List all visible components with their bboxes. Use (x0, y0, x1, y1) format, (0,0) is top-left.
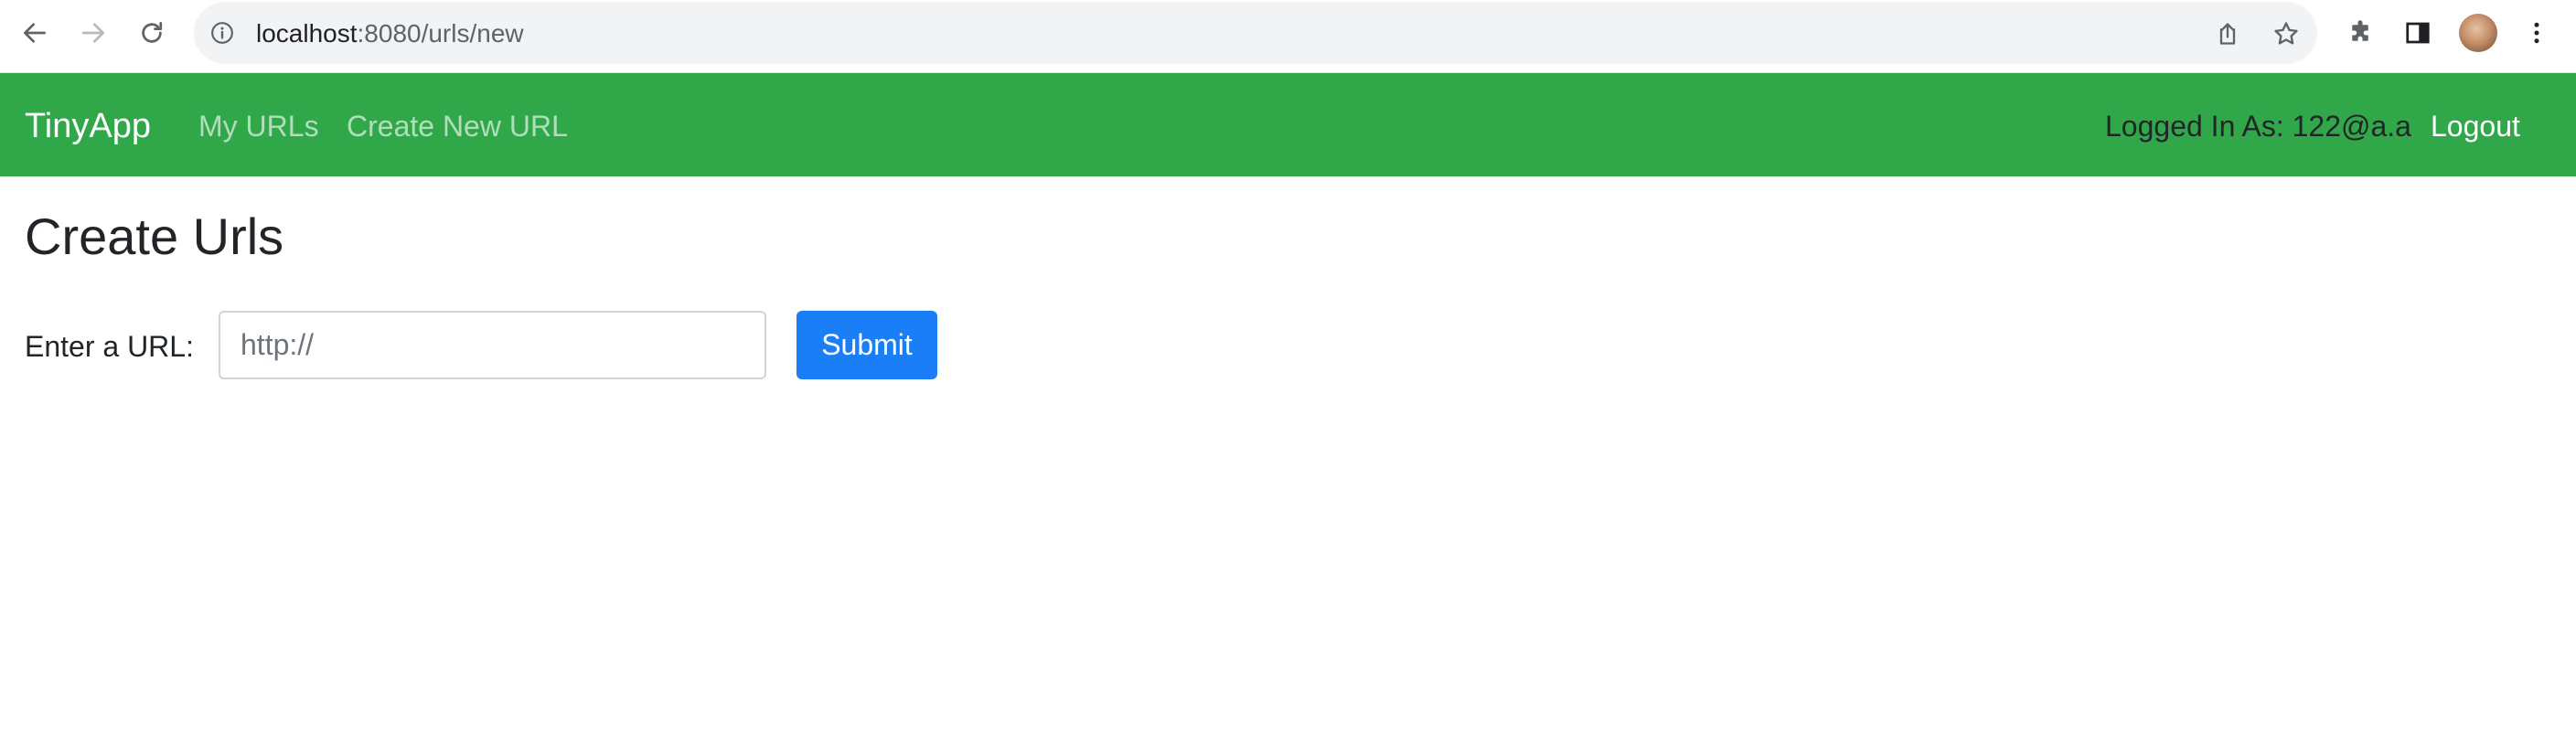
back-arrow-icon (24, 23, 46, 43)
bookmark-star-icon (2274, 22, 2298, 45)
address-bar[interactable]: localhost:8080/urls/new (194, 2, 2317, 64)
side-panel-icon (2406, 22, 2430, 44)
nav-link-create-new-url[interactable]: Create New URL (347, 109, 568, 144)
url-host: localhost (256, 19, 358, 48)
forward-button[interactable] (73, 13, 113, 53)
logout-link[interactable]: Logout (2431, 109, 2520, 144)
extensions-button[interactable] (2344, 16, 2377, 49)
page-title: Create Urls (25, 207, 284, 265)
app-navbar: TinyApp My URLs Create New URL Logged In… (0, 73, 2576, 176)
browser-toolbar: localhost:8080/urls/new (0, 0, 2576, 73)
share-icon (2219, 23, 2236, 45)
share-button[interactable] (2211, 17, 2244, 50)
site-info-icon[interactable] (210, 21, 234, 45)
kebab-menu-icon (2534, 22, 2539, 44)
bookmark-button[interactable] (2270, 17, 2303, 50)
side-panel-button[interactable] (2401, 16, 2434, 49)
url-input[interactable] (219, 311, 766, 379)
reload-icon (142, 22, 163, 43)
profile-avatar[interactable] (2459, 14, 2497, 52)
nav-link-my-urls[interactable]: My URLs (198, 109, 319, 144)
brand-link[interactable]: TinyApp (25, 106, 151, 146)
extensions-icon (2352, 20, 2368, 41)
url-input-label: Enter a URL: (25, 330, 194, 363)
address-text[interactable]: localhost:8080/urls/new (256, 19, 524, 48)
submit-button[interactable]: Submit (796, 311, 937, 379)
browser-menu-button[interactable] (2520, 16, 2553, 49)
logged-in-text: Logged In As: 122@a.a (2105, 110, 2411, 143)
back-button[interactable] (15, 13, 55, 53)
forward-arrow-icon (82, 23, 104, 43)
reload-button[interactable] (132, 13, 172, 53)
url-path: :8080/urls/new (357, 19, 524, 48)
